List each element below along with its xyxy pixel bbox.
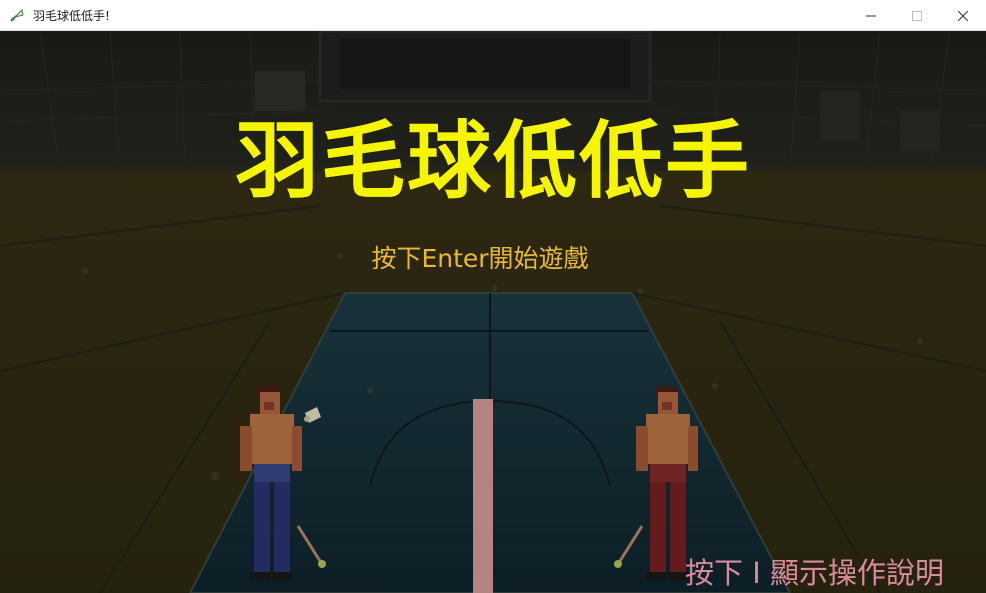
close-icon [957, 6, 969, 25]
minimize-icon [866, 6, 876, 25]
badminton-app-icon [9, 7, 25, 23]
title-bar[interactable]: 羽毛球低低手! [0, 0, 986, 31]
start-prompt: 按下Enter開始遊戲 [371, 244, 589, 273]
help-prompt: 按下 I 顯示操作說明 [685, 556, 944, 590]
game-window: 羽毛球低低手! 羽毛球低低手 按下Enter開始遊戲 按下 I 顯示操作說明 [0, 0, 986, 593]
game-title: 羽毛球低低手 [234, 112, 751, 210]
game-canvas[interactable]: 羽毛球低低手 按下Enter開始遊戲 按下 I 顯示操作說明 [0, 31, 986, 593]
minimize-button[interactable] [848, 0, 894, 31]
window-title: 羽毛球低低手! [33, 8, 110, 23]
maximize-icon [912, 6, 922, 25]
maximize-button[interactable] [894, 0, 940, 31]
close-button[interactable] [940, 0, 986, 31]
